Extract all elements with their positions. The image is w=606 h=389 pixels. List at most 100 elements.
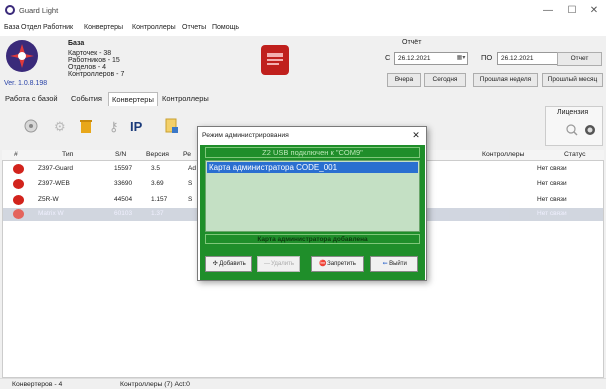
converter-status-icon [13, 164, 24, 174]
cell-sn: 33690 [114, 180, 133, 187]
add-button[interactable]: ✣Добавить [205, 256, 252, 272]
settings-icon[interactable]: ⚙ [51, 118, 67, 134]
cell-version: 1.157 [151, 196, 168, 203]
col-type[interactable]: Тип [62, 151, 73, 158]
menu-employee[interactable]: Работник [43, 24, 73, 31]
menu-converters[interactable]: Конвертеры [84, 24, 123, 31]
menu-reports[interactable]: Отчеты [182, 24, 206, 31]
converter-status-icon [13, 209, 24, 219]
converter-status-icon [13, 179, 24, 189]
date-from-value: 26.12.2021 [398, 55, 431, 62]
key-icon[interactable]: ⚷ [106, 118, 122, 134]
document-icon[interactable] [163, 118, 179, 134]
forbid-label: Запретить [327, 261, 356, 267]
cell-type: Z397-Guard [38, 165, 74, 172]
date-to-label: ПО [481, 53, 493, 62]
delete-label: Удалить [271, 261, 294, 267]
dialog-close-icon[interactable]: ✕ [409, 129, 423, 142]
cell-type: Matrix W [38, 210, 64, 217]
date-from-picker[interactable]: 26.12.2021 ▦▾ [394, 52, 468, 65]
exit-icon: ⇚ [382, 261, 388, 267]
forbid-icon: ⛔ [319, 261, 327, 267]
report-button[interactable]: Отчет [557, 52, 602, 66]
refresh-icon[interactable] [23, 118, 39, 134]
dialog-body: Z2 USB подключен к "COM9" Карта админист… [200, 145, 425, 280]
menu-department[interactable]: Отдел [21, 24, 41, 31]
exit-label: Выйти [389, 261, 407, 267]
controllers-count: Контроллеров - 7 [68, 71, 125, 78]
svg-text:⚷: ⚷ [109, 119, 119, 134]
cell-status: Нет связи [537, 196, 567, 203]
cell-status: Нет связи [537, 165, 567, 172]
menu-controllers[interactable]: Контроллеры [132, 24, 176, 31]
license-label: Лицензия [557, 109, 589, 116]
dialog-title: Режим администрирования [202, 132, 289, 139]
close-button[interactable]: ✕ [582, 3, 606, 19]
dialog-title-bar: Режим администрирования ✕ [198, 127, 426, 144]
col-status[interactable]: Статус [564, 151, 586, 158]
converter-status-icon [13, 195, 24, 205]
connection-status: Z2 USB подключен к "COM9" [205, 147, 420, 158]
tab-converters[interactable]: Конвертеры [108, 92, 158, 106]
globe-icon[interactable] [584, 124, 596, 136]
today-button[interactable]: Сегодня [424, 73, 466, 87]
tab-events[interactable]: События [68, 92, 105, 106]
cell-sn: 44504 [114, 196, 133, 203]
cell-mode: Ad [188, 165, 196, 172]
col-index[interactable]: # [14, 151, 18, 158]
converters-total: Конвертеров - 4 [12, 381, 63, 388]
col-sn[interactable]: S/N [115, 151, 126, 158]
db-label: База [68, 40, 85, 47]
report-label: Отчёт [402, 39, 422, 46]
cell-version: 3.5 [151, 165, 161, 172]
admin-mode-dialog: Режим администрирования ✕ Z2 USB подключ… [197, 126, 427, 281]
yesterday-button[interactable]: Вчера [387, 73, 421, 87]
menu-help[interactable]: Помощь [212, 24, 239, 31]
delete-button[interactable]: —Удалить [257, 256, 300, 272]
menu-base[interactable]: База [4, 24, 20, 31]
cell-type: Z397-WEB [38, 180, 70, 187]
menu-bar: База Отдел Работник Конвертеры Контролле… [0, 22, 606, 36]
controllers-total: Контроллеры (7) Act:0 [120, 381, 190, 388]
window-title: Guard Light [19, 6, 59, 15]
svg-text:IP: IP [130, 119, 143, 134]
tab-database[interactable]: Работа с базой [2, 92, 61, 106]
minimize-button[interactable]: — [536, 3, 560, 19]
exit-button[interactable]: ⇚Выйти [370, 256, 418, 272]
cell-version: 1.37 [151, 210, 164, 217]
list-item[interactable]: Карта администратора CODE_001 [207, 162, 418, 173]
last-week-button[interactable]: Прошлая неделя [473, 73, 538, 87]
search-icon[interactable] [566, 124, 578, 136]
add-label: Добавить [219, 261, 246, 267]
col-version[interactable]: Версия [146, 151, 169, 158]
col-controllers[interactable]: Контроллеры [482, 151, 524, 158]
last-month-button[interactable]: Прошлый месяц [542, 73, 603, 87]
cell-version: 3.69 [151, 180, 164, 187]
ip-config-icon[interactable]: IP [130, 118, 146, 134]
cell-mode: S [188, 196, 193, 203]
app-logo-icon [5, 5, 15, 15]
forbid-button[interactable]: ⛔Запретить [311, 256, 364, 272]
col-mode[interactable]: Ре [183, 151, 191, 158]
delete-icon[interactable] [78, 118, 94, 134]
departments-count: Отделов - 4 [68, 64, 107, 71]
cell-mode: S [188, 180, 193, 187]
maximize-button[interactable]: ☐ [560, 3, 584, 19]
dialog-message: Карта администратора добавлена [205, 234, 420, 244]
svg-text:⚙: ⚙ [54, 119, 66, 134]
minus-icon: — [264, 261, 271, 267]
version-label: Ver. 1.0.8.198 [4, 80, 48, 87]
admin-cards-list[interactable]: Карта администратора CODE_001 [205, 160, 420, 232]
status-bar: Конвертеров - 4 Контроллеры (7) Act:0 [0, 378, 606, 389]
guard-logo-icon [6, 40, 38, 72]
title-bar: Guard Light — ☐ ✕ [0, 0, 606, 22]
device-icon [261, 45, 289, 75]
cell-type: Z5R-W [38, 196, 59, 203]
tab-strip: Работа с базой События Конвертеры Контро… [0, 92, 606, 106]
cell-sn: 15597 [114, 165, 133, 172]
cell-status: Нет связи [537, 180, 567, 187]
date-from-label: С [385, 53, 391, 62]
tab-controllers[interactable]: Контроллеры [159, 92, 212, 106]
calendar-dropdown-icon[interactable]: ▦▾ [456, 54, 466, 63]
date-to-value: 26.12.2021 [501, 55, 534, 62]
